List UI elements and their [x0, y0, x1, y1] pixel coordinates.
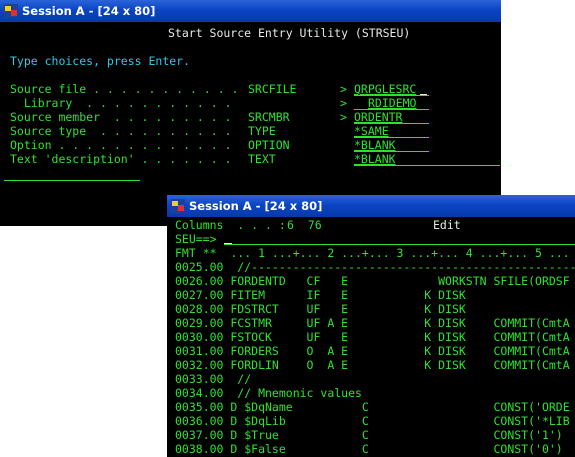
source-line[interactable]: 0038.00 D $False C CONST('0') — [175, 442, 563, 456]
source-line[interactable]: 0033.00 // — [175, 372, 251, 386]
field-keyword: TEXT — [248, 152, 276, 166]
command-line-input[interactable] — [224, 244, 575, 245]
source-line[interactable]: 0032.00 FORDLIN O A E K DISK COMMIT(CmtA — [175, 358, 570, 372]
input-underline — [354, 165, 500, 166]
field-label: Option . . . . . . . . . . . . . — [10, 138, 232, 152]
library-input[interactable]: RDIDEMO — [368, 96, 416, 110]
source-line[interactable]: 0028.00 FDSTRCT UF E K DISK — [175, 302, 466, 316]
source-member-input[interactable]: ORDENTR — [354, 110, 402, 124]
field-continuation-line — [4, 180, 140, 181]
source-line[interactable]: 0031.00 FORDERS O A E K DISK COMMIT(CmtA — [175, 344, 570, 358]
field-keyword: TYPE — [248, 124, 276, 138]
columns-value: 6 76 — [287, 218, 322, 232]
source-line[interactable]: 0037.00 D $True C CONST('1') — [175, 428, 563, 442]
terminal-screen[interactable]: Columns . . . : 6 76 Edit SEU==> FMT ** … — [167, 217, 575, 457]
window-title: Session A - [24 x 80] — [22, 4, 156, 18]
source-line[interactable]: 0026.00 FORDENTD CF E WORKSTN SFILE(ORDS… — [175, 274, 570, 288]
session-app-icon — [171, 199, 185, 213]
source-type-input[interactable]: *SAME — [354, 124, 389, 138]
source-line[interactable]: 0027.00 FITEM IF E K DISK — [175, 288, 466, 302]
field-label: Library . . . . . . . . . . . — [10, 96, 232, 110]
field-prompt-marker: > — [340, 110, 347, 124]
field-prompt-marker: > — [340, 96, 347, 110]
mode-indicator: Edit — [433, 218, 461, 232]
field-label: Source member . . . . . . . . . — [10, 110, 232, 124]
field-prompt-marker: > — [340, 82, 347, 96]
session-window-seu-edit[interactable]: Session A - [24 x 80] Columns . . . : 6 … — [167, 195, 575, 457]
session-window-strseu[interactable]: Session A - [24 x 80] Start Source Entry… — [0, 0, 501, 226]
source-line[interactable]: 0025.00 //------------------------------… — [175, 260, 575, 274]
source-line[interactable]: 0030.00 FSTOCK UF E K DISK COMMIT(CmtA — [175, 330, 570, 344]
source-line[interactable]: 0029.00 FCSTMR UF A E K DISK COMMIT(CmtA — [175, 316, 570, 330]
screen-heading: Start Source Entry Utility (STRSEU) — [168, 26, 411, 40]
session-app-icon — [4, 4, 18, 18]
text-description-input[interactable]: *BLANK — [354, 152, 396, 166]
title-bar[interactable]: Session A - [24 x 80] — [167, 195, 575, 217]
instruction-text: Type choices, press Enter. — [10, 54, 191, 68]
field-label: Text 'description' . . . . . . . — [10, 152, 232, 166]
field-keyword: OPTION — [248, 138, 290, 152]
field-keyword: SRCMBR — [248, 110, 290, 124]
source-line[interactable]: 0035.00 D $DqName C CONST('ORDE — [175, 400, 570, 414]
source-line[interactable]: 0034.00 // Mnemonic values — [175, 386, 362, 400]
columns-label: Columns . . . : — [175, 218, 286, 232]
window-title: Session A - [24 x 80] — [189, 199, 323, 213]
option-input[interactable]: *BLANK — [354, 138, 396, 152]
source-file-input[interactable]: QRPGLESRC — [354, 82, 416, 96]
command-prompt: SEU==> — [175, 232, 217, 246]
format-ruler: FMT ** ... 1 ...+... 2 ...+... 3 ...+...… — [175, 246, 570, 260]
title-bar[interactable]: Session A - [24 x 80] — [0, 0, 501, 22]
field-label: Source type . . . . . . . . . . — [10, 124, 232, 138]
field-keyword: SRCFILE — [248, 82, 297, 96]
source-line[interactable]: 0036.00 D $DqLib C CONST('*LIB — [175, 414, 570, 428]
field-label: Source file . . . . . . . . . . . — [10, 82, 239, 96]
